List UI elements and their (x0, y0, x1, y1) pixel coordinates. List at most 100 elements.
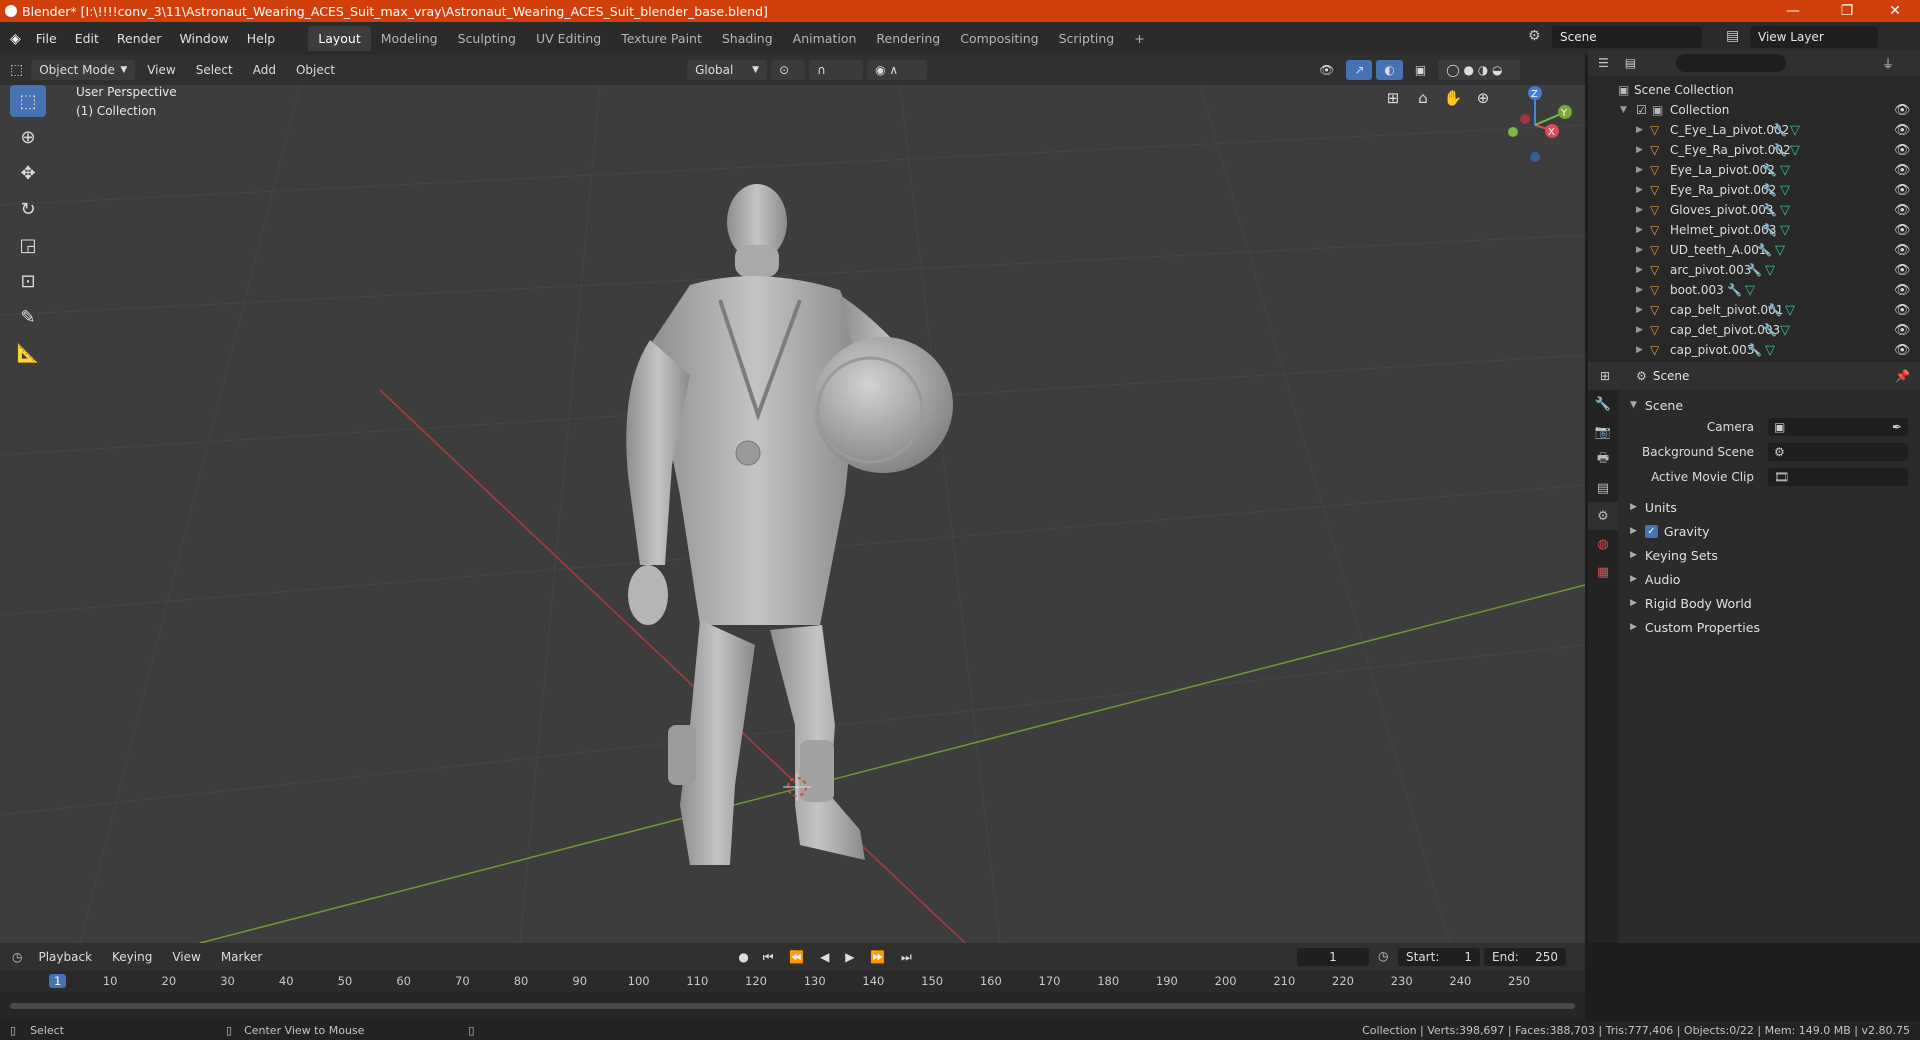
tool-tab[interactable]: 🔧 (1588, 390, 1618, 418)
outliner-item[interactable]: ▶ ▽ boot.003 🔧 ▽ 👁 (1588, 280, 1920, 300)
menu-edit[interactable]: Edit (66, 31, 108, 46)
mesh-data-icon[interactable]: ▽ (1780, 323, 1790, 338)
outliner-item[interactable]: ▶ ▽ arc_pivot.003 🔧 ▽ 👁 (1588, 260, 1920, 280)
shading-modes[interactable]: ◯ ● ◑ ◒ (1438, 60, 1521, 80)
camera-field[interactable]: ▣ ✒ (1768, 418, 1908, 436)
mesh-data-icon[interactable]: ▽ (1780, 183, 1790, 198)
expand-triangle-icon[interactable]: ▼ (1620, 105, 1627, 115)
menu-file[interactable]: File (27, 31, 66, 46)
xray-toggle[interactable]: ▣ (1407, 60, 1434, 80)
tab-uv-editing[interactable]: UV Editing (526, 26, 611, 51)
expand-triangle-icon[interactable]: ▶ (1636, 225, 1643, 235)
modifier-wrench-icon[interactable]: 🔧 (1772, 143, 1787, 157)
mesh-data-icon[interactable]: ▽ (1765, 263, 1775, 278)
view-layer-selector[interactable]: View Layer (1750, 26, 1878, 48)
texture-tab[interactable]: ▦ (1588, 558, 1618, 586)
pan-hand-icon[interactable]: ✋ (1440, 85, 1466, 111)
keying-sets-panel-header[interactable]: ▶ Keying Sets (1618, 544, 1920, 566)
rigid-body-panel-header[interactable]: ▶ Rigid Body World (1618, 592, 1920, 614)
current-frame-field[interactable]: 1 (1297, 948, 1369, 966)
mesh-data-icon[interactable]: ▽ (1765, 343, 1775, 358)
eye-icon[interactable]: 👁 (1894, 243, 1911, 258)
menu-add[interactable]: Add (245, 60, 284, 80)
gizmo-neg-x[interactable] (1520, 114, 1530, 124)
expand-triangle-icon[interactable]: ▶ (1636, 305, 1643, 315)
scene-panel-header[interactable]: ▼ Scene (1618, 394, 1920, 416)
checkbox-icon[interactable]: ☑ (1636, 103, 1647, 117)
expand-triangle-icon[interactable]: ▶ (1636, 165, 1643, 175)
tab-animation[interactable]: Animation (783, 26, 867, 51)
modifier-wrench-icon[interactable]: 🔧 (1762, 223, 1777, 237)
eye-icon[interactable]: 👁 (1894, 203, 1911, 218)
expand-triangle-icon[interactable]: ▶ (1636, 325, 1643, 335)
mesh-data-icon[interactable]: ▽ (1790, 123, 1800, 138)
menu-window[interactable]: Window (170, 31, 237, 46)
modifier-wrench-icon[interactable]: 🔧 (1767, 303, 1782, 317)
outliner-item[interactable]: ▶ ▽ C_Eye_Ra_pivot.002 🔧 ▽ 👁 (1588, 140, 1920, 160)
audio-panel-header[interactable]: ▶ Audio (1618, 568, 1920, 590)
mesh-data-icon[interactable]: ▽ (1780, 203, 1790, 218)
pivot-point-button[interactable]: ⊙ (771, 60, 806, 80)
render-tab[interactable]: 📷 (1588, 418, 1618, 446)
scale-tool[interactable]: ◲ (10, 229, 46, 261)
marker-menu[interactable]: Marker (213, 947, 270, 967)
visibility-button[interactable]: 👁 (1311, 60, 1342, 80)
navigation-gizmo[interactable]: Z X Y (1495, 85, 1575, 165)
end-frame-field[interactable]: End: 250 (1484, 948, 1566, 966)
camera-view-icon[interactable]: ⌂ (1410, 85, 1436, 111)
clock-icon[interactable]: ◷ (1378, 949, 1388, 963)
menu-render[interactable]: Render (108, 31, 171, 46)
mode-selector[interactable]: Object Mode ▼ (31, 60, 136, 80)
annotate-tool[interactable]: ✎ (10, 301, 46, 333)
gravity-panel-header[interactable]: ▶ ✓ Gravity (1618, 520, 1920, 542)
mesh-data-icon[interactable]: ▽ (1780, 223, 1790, 238)
tab-shading[interactable]: Shading (712, 26, 783, 51)
display-mode-icon[interactable]: ▤ (1625, 56, 1636, 70)
outliner-item[interactable]: ▶ ▽ Eye_Ra_pivot.002 🔧 ▽ 👁 (1588, 180, 1920, 200)
tab-scripting[interactable]: Scripting (1049, 26, 1125, 51)
modifier-wrench-icon[interactable]: 🔧 (1727, 283, 1742, 297)
units-panel-header[interactable]: ▶ Units (1618, 496, 1920, 518)
overlay-toggle[interactable]: ◐ (1376, 60, 1403, 80)
eye-icon[interactable]: 👁 (1894, 183, 1911, 198)
eye-icon[interactable]: 👁 (1894, 303, 1911, 318)
eye-icon[interactable]: 👁 (1894, 103, 1911, 118)
expand-triangle-icon[interactable]: ▶ (1636, 205, 1643, 215)
eye-icon[interactable]: 👁 (1894, 323, 1911, 338)
eye-icon[interactable]: 👁 (1894, 223, 1911, 238)
gravity-checkbox[interactable]: ✓ (1644, 524, 1658, 538)
timeline-scrollbar[interactable] (10, 1003, 1575, 1009)
start-frame-field[interactable]: Start: 1 (1398, 948, 1480, 966)
filter-icon[interactable]: ⏚ (1882, 55, 1894, 72)
expand-triangle-icon[interactable]: ▶ (1636, 125, 1643, 135)
modifier-wrench-icon[interactable]: 🔧 (1757, 243, 1772, 257)
close-button[interactable]: ✕ (1872, 0, 1918, 22)
mesh-data-icon[interactable]: ▽ (1775, 243, 1785, 258)
outliner-item[interactable]: ▶ ▽ Helmet_pivot.003 🔧 ▽ 👁 (1588, 220, 1920, 240)
expand-triangle-icon[interactable]: ▶ (1636, 145, 1643, 155)
timeline-editor-icon[interactable]: ◷ (12, 950, 22, 964)
tab-rendering[interactable]: Rendering (866, 26, 950, 51)
outliner-item[interactable]: ▶ ▽ Gloves_pivot.003 🔧 ▽ 👁 (1588, 200, 1920, 220)
view-layer-tab[interactable]: ▤ (1588, 474, 1618, 502)
gizmo-toggle[interactable]: ↗ (1346, 60, 1373, 80)
menu-view[interactable]: View (139, 60, 183, 80)
timeline-track[interactable] (0, 993, 1585, 1021)
mesh-data-icon[interactable]: ▽ (1790, 143, 1800, 158)
view-layer-icon[interactable]: ▤ (1726, 28, 1739, 44)
scene-tab[interactable]: ⚙ (1588, 502, 1618, 530)
astronaut-model[interactable] (0, 85, 1585, 943)
outliner-collection[interactable]: ▼ ☑ ▣ Collection 👁 (1588, 100, 1920, 120)
eye-icon[interactable]: 👁 (1894, 343, 1911, 358)
world-tab[interactable]: ◍ (1588, 530, 1618, 558)
active-movie-clip-field[interactable]: 🎞 (1768, 468, 1908, 486)
modifier-wrench-icon[interactable]: 🔧 (1762, 323, 1777, 337)
timeline-view-menu[interactable]: View (164, 947, 208, 967)
playback-controls[interactable]: ⏮ ⏪ ◀ ▶ ⏩ ⏭ (763, 950, 918, 965)
outliner-item[interactable]: ▶ ▽ C_Eye_La_pivot.002 🔧 ▽ 👁 (1588, 120, 1920, 140)
output-tab[interactable]: 🖶 (1588, 446, 1618, 474)
eye-icon[interactable]: 👁 (1894, 123, 1911, 138)
blender-menu-icon[interactable]: ◈ (10, 31, 21, 47)
3d-viewport[interactable]: User Perspective (1) Collection Z X Y ⊞ … (0, 85, 1585, 943)
playback-menu[interactable]: Playback (30, 947, 100, 967)
